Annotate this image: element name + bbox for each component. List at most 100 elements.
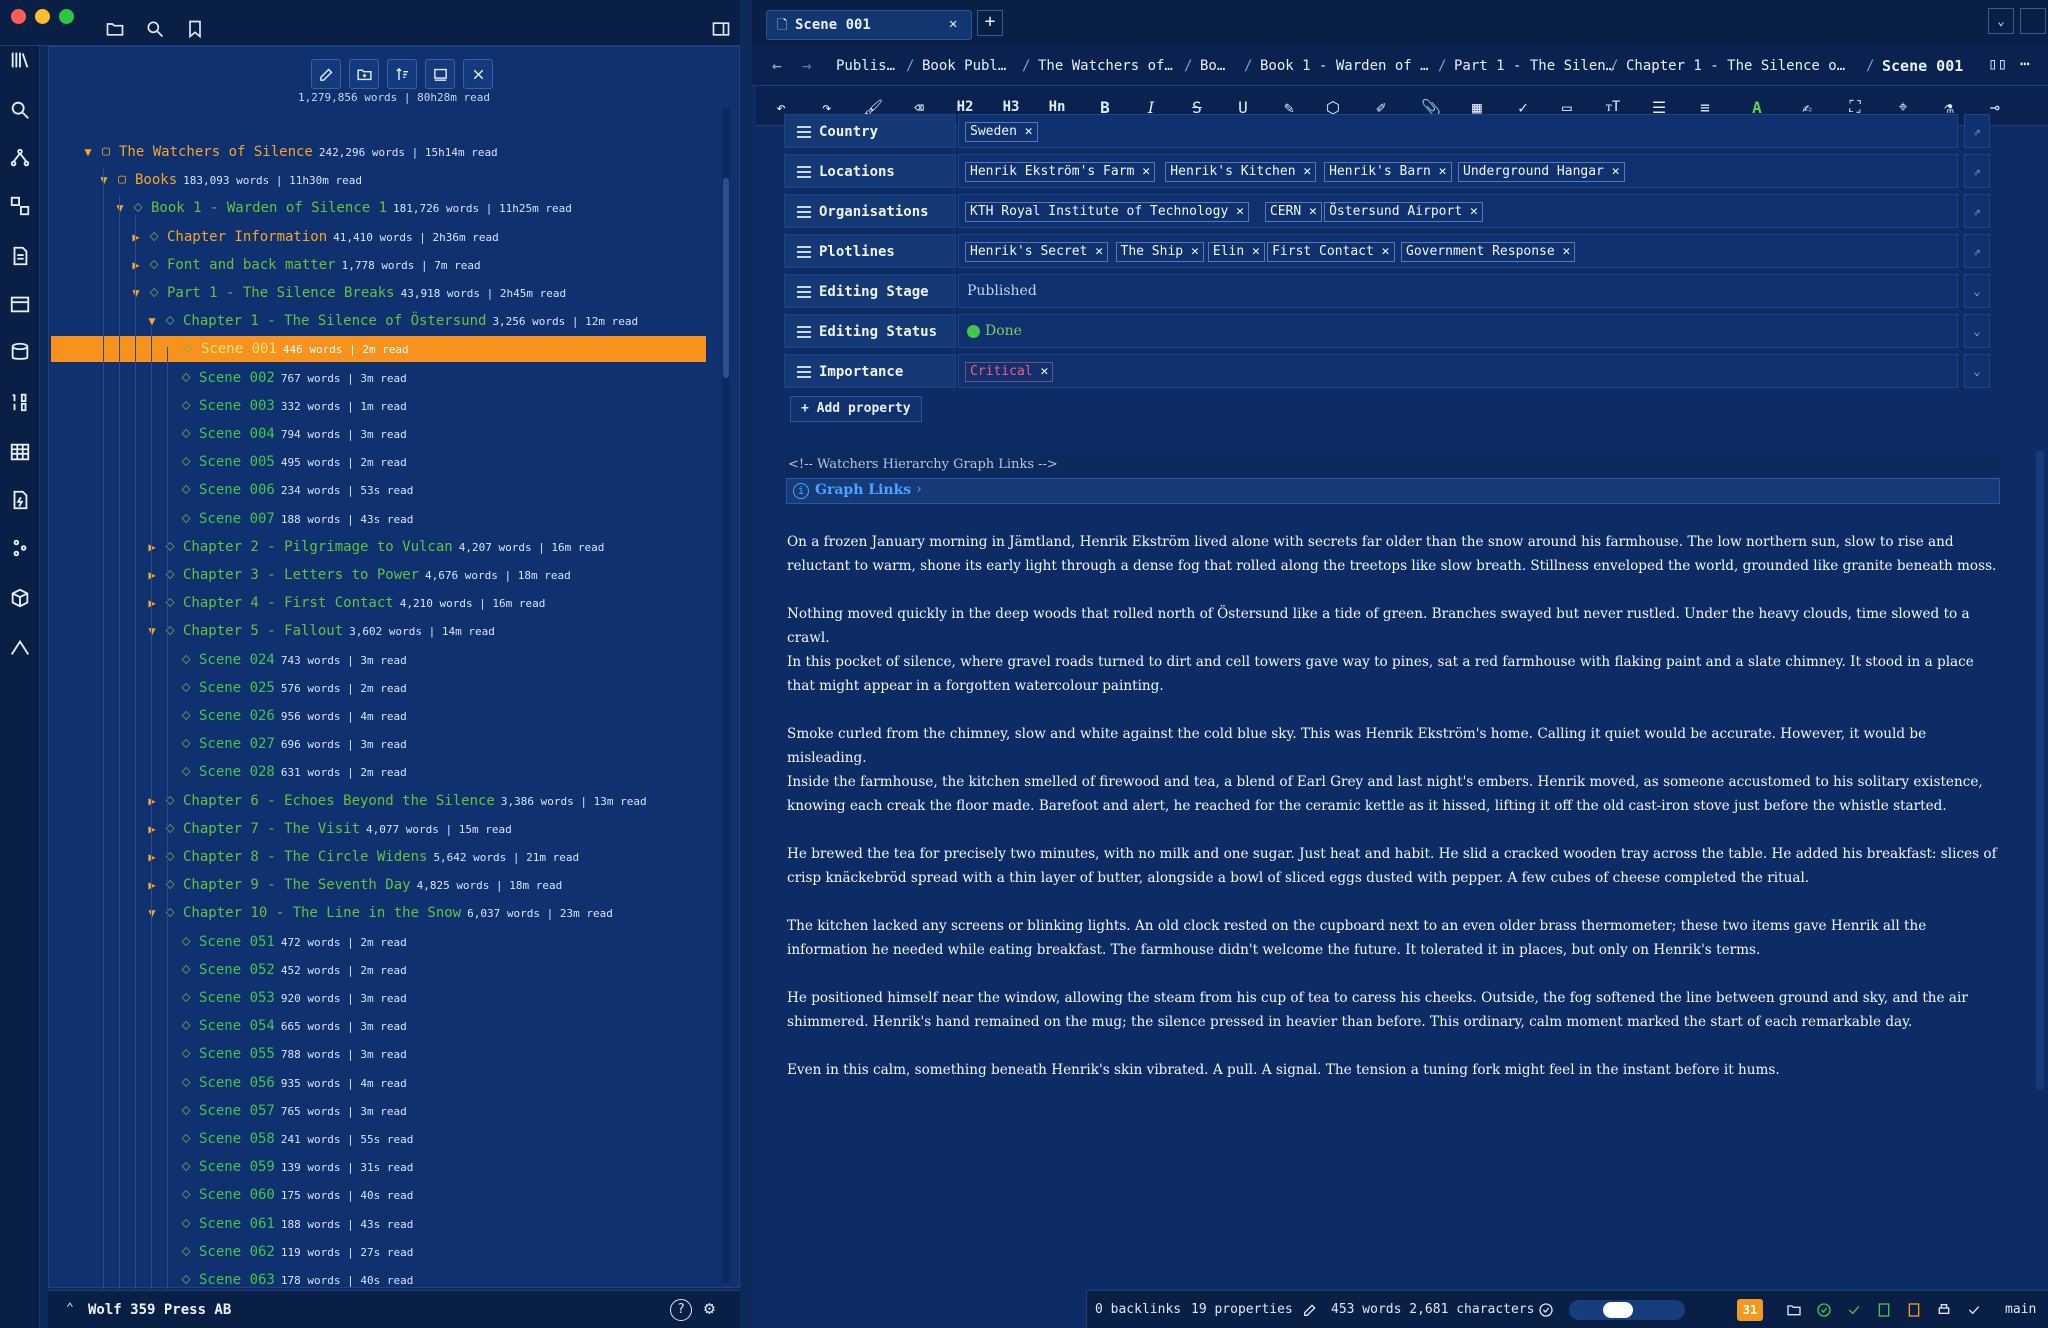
tree-item-scene[interactable]: ⬦ Scene 055 788 words | 3m read — [49, 1041, 704, 1067]
folder-status-icon[interactable] — [1785, 1301, 1803, 1319]
property-value[interactable]: Henrik Ekström's Farm ✕ Henrik's Kitchen … — [958, 154, 1958, 188]
property-chip[interactable]: The Ship ✕ — [1115, 242, 1204, 262]
body-paragraph[interactable]: Smoke curled from the chimney, slow and … — [787, 722, 1997, 770]
sync-check-icon[interactable] — [1537, 1301, 1555, 1319]
chip-remove-icon[interactable]: ✕ — [1134, 164, 1150, 179]
property-name[interactable]: Editing Status — [784, 314, 956, 348]
tree-item-folder[interactable]: ▼ ▢ Books 183,093 words | 11h30m read — [49, 167, 704, 193]
property-chip[interactable]: Henrik's Secret ✕ — [965, 242, 1109, 262]
book-green-icon[interactable] — [1875, 1301, 1893, 1319]
chip-remove-icon[interactable]: ✕ — [1228, 204, 1244, 219]
tree-item-folder[interactable]: ▼ ⬦ Chapter 1 - The Silence of Östersund 3,… — [49, 308, 704, 334]
property-chip[interactable]: Henrik's Barn ✕ — [1324, 162, 1452, 182]
expand-chevron-icon[interactable]: ▶ — [145, 590, 159, 616]
table-button[interactable] — [6, 438, 34, 466]
chip-remove-icon[interactable]: ✕ — [1033, 364, 1048, 379]
tree-item-folder[interactable]: ▶ ⬦ Chapter 4 - First Contact 4,210 words |… — [49, 590, 704, 616]
chip-remove-icon[interactable]: ✕ — [1604, 164, 1620, 179]
tree-item-folder[interactable]: ▼ ⬦ Chapter 5 - Fallout 3,602 words | 14m r… — [49, 618, 704, 644]
expand-chevron-icon[interactable]: ▶ — [129, 224, 143, 250]
tree-item-scene[interactable]: ⬦ Scene 062 119 words | 27s read — [49, 1239, 704, 1265]
tree-item-scene[interactable]: ⬦ Scene 054 665 words | 3m read — [49, 1013, 704, 1039]
link-out-icon[interactable]: ⇗ — [1964, 114, 1990, 148]
document-button[interactable] — [6, 242, 34, 270]
tree-item-folder[interactable]: ▶ ⬦ Chapter 8 - The Circle Widens 5,642 wor… — [49, 844, 704, 870]
back-arrow-icon[interactable]: ← — [772, 56, 782, 75]
backlinks-count[interactable]: 0 backlinks — [1095, 1302, 1181, 1317]
zoom-window-button[interactable] — [59, 9, 74, 24]
binary-button[interactable] — [6, 388, 34, 416]
tree-item-scene[interactable]: ⬦ Scene 051 472 words | 2m read — [49, 929, 704, 955]
bookmarks-button[interactable] — [178, 12, 212, 46]
tree-item-scene[interactable]: ⬦ Scene 053 920 words | 3m read — [49, 985, 704, 1011]
collapse-chevron-icon[interactable]: ▼ — [145, 900, 159, 926]
tree-item-folder[interactable]: ▶ ⬦ Chapter 2 - Pilgrimage to Vulcan 4,207 … — [49, 534, 704, 560]
check-icon[interactable] — [1845, 1301, 1863, 1319]
expand-chevron-icon[interactable]: ▶ — [145, 534, 159, 560]
library-button[interactable] — [6, 46, 34, 74]
sheet-button[interactable] — [6, 486, 34, 514]
property-name[interactable]: Editing Stage — [784, 274, 956, 308]
tab-close-icon[interactable]: ✕ — [949, 16, 957, 32]
tree-item-scene[interactable]: ⬦ Scene 025 576 words | 2m read — [49, 675, 704, 701]
chip-remove-icon[interactable]: ✕ — [1183, 244, 1199, 259]
property-chip[interactable]: Critical ✕ — [965, 362, 1054, 382]
progress-toggle[interactable] — [1569, 1300, 1685, 1320]
reading-view-icon[interactable]: ▯▯ — [1988, 54, 2007, 73]
more-options-icon[interactable]: ⋯ — [2020, 54, 2030, 73]
pencil-icon[interactable] — [1301, 1301, 1319, 1319]
sort-button[interactable] — [387, 59, 417, 89]
tree-item-folder[interactable]: ▶ ⬦ Chapter Information 41,410 words | 2h36… — [49, 224, 704, 250]
calendar-button[interactable] — [6, 290, 34, 318]
body-paragraph[interactable]: In this pocket of silence, where gravel … — [787, 650, 1997, 698]
body-paragraph[interactable]: The kitchen lacked any screens or blinki… — [787, 914, 1997, 962]
link-out-icon[interactable]: ⇗ — [1964, 194, 1990, 228]
expand-chevron-icon[interactable]: ▶ — [145, 816, 159, 842]
chip-remove-icon[interactable]: ✕ — [1431, 164, 1447, 179]
property-name[interactable]: Importance — [784, 354, 956, 388]
tree-item-scene[interactable]: ⬦ Scene 006 234 words | 53s read — [49, 477, 704, 503]
new-tab-button[interactable]: + — [977, 10, 1003, 36]
property-value[interactable]: Done — [958, 314, 1958, 348]
tree-scrollbar-thumb[interactable] — [723, 178, 729, 378]
tree-item-folder[interactable]: ▼ ⬦ Chapter 10 - The Line in the Snow 6,037… — [49, 900, 704, 926]
breadcrumb-item[interactable]: Part 1 - The Silen… — [1454, 58, 1614, 74]
search-panel-button[interactable] — [6, 96, 34, 124]
body-paragraph[interactable]: Nothing moved quickly in the deep woods … — [787, 602, 1997, 650]
canvas-button[interactable] — [6, 192, 34, 220]
new-folder-button[interactable] — [349, 59, 379, 89]
editor-scrollbar-thumb[interactable] — [2036, 450, 2044, 1090]
expand-chevron-icon[interactable]: ▶ — [145, 844, 159, 870]
tree-item-scene[interactable]: ⬦ Scene 027 696 words | 3m read — [49, 731, 704, 757]
tree-item-scene[interactable]: ⬦ Scene 061 188 words | 43s read — [49, 1211, 704, 1237]
add-property-button[interactable]: + Add property — [790, 396, 922, 422]
expand-chevron-icon[interactable]: ▶ — [129, 252, 143, 278]
property-chip[interactable]: Henrik's Kitchen ✕ — [1165, 162, 1317, 182]
expand-chevron-icon[interactable]: ▶ — [145, 872, 159, 898]
chip-remove-icon[interactable]: ✕ — [1244, 244, 1260, 259]
check-circle-icon[interactable] — [1815, 1301, 1833, 1319]
property-name[interactable]: Organisations — [784, 194, 956, 228]
forward-arrow-icon[interactable]: → — [802, 56, 812, 75]
collapse-chevron-icon[interactable]: ▼ — [129, 280, 143, 306]
new-note-button[interactable] — [311, 59, 341, 89]
breadcrumb-item[interactable]: Book Publ… — [922, 58, 1006, 74]
property-value[interactable]: Henrik's Secret ✕ The Ship ✕ Elin ✕ First C… — [958, 234, 1958, 268]
link-out-icon[interactable]: ⇗ — [1964, 234, 1990, 268]
tree-item-folder[interactable]: ▶ ⬦ Chapter 9 - The Seventh Day 4,825 words… — [49, 872, 704, 898]
property-name[interactable]: Country — [784, 114, 956, 148]
tree-item-scene[interactable]: ⬦ Scene 024 743 words | 3m read — [49, 647, 704, 673]
tree-item-scene[interactable]: ⬦ Scene 056 935 words | 4m read — [49, 1070, 704, 1096]
collapse-chevron-icon[interactable]: ▼ — [97, 167, 111, 193]
collapse-chevron-icon[interactable]: ▼ — [145, 308, 159, 334]
tree-item-scene[interactable]: ⬦ Scene 001 446 words | 2m read — [51, 336, 706, 362]
dropdown-chevron-icon[interactable]: ⌄ — [1964, 354, 1990, 388]
files-button[interactable] — [98, 12, 132, 46]
dropdown-chevron-icon[interactable]: ⌄ — [1964, 274, 1990, 308]
tree-item-scene[interactable]: ⬦ Scene 005 495 words | 2m read — [49, 449, 704, 475]
tab-scene-001[interactable]: 🗋 Scene 001 ✕ — [766, 10, 972, 40]
tree-item-scene[interactable]: ⬦ Scene 004 794 words | 3m read — [49, 421, 704, 447]
database-button[interactable] — [6, 338, 34, 366]
tree-item-scene[interactable]: ⬦ Scene 058 241 words | 55s read — [49, 1126, 704, 1152]
tree-item-scene[interactable]: ⬦ Scene 028 631 words | 2m read — [49, 759, 704, 785]
